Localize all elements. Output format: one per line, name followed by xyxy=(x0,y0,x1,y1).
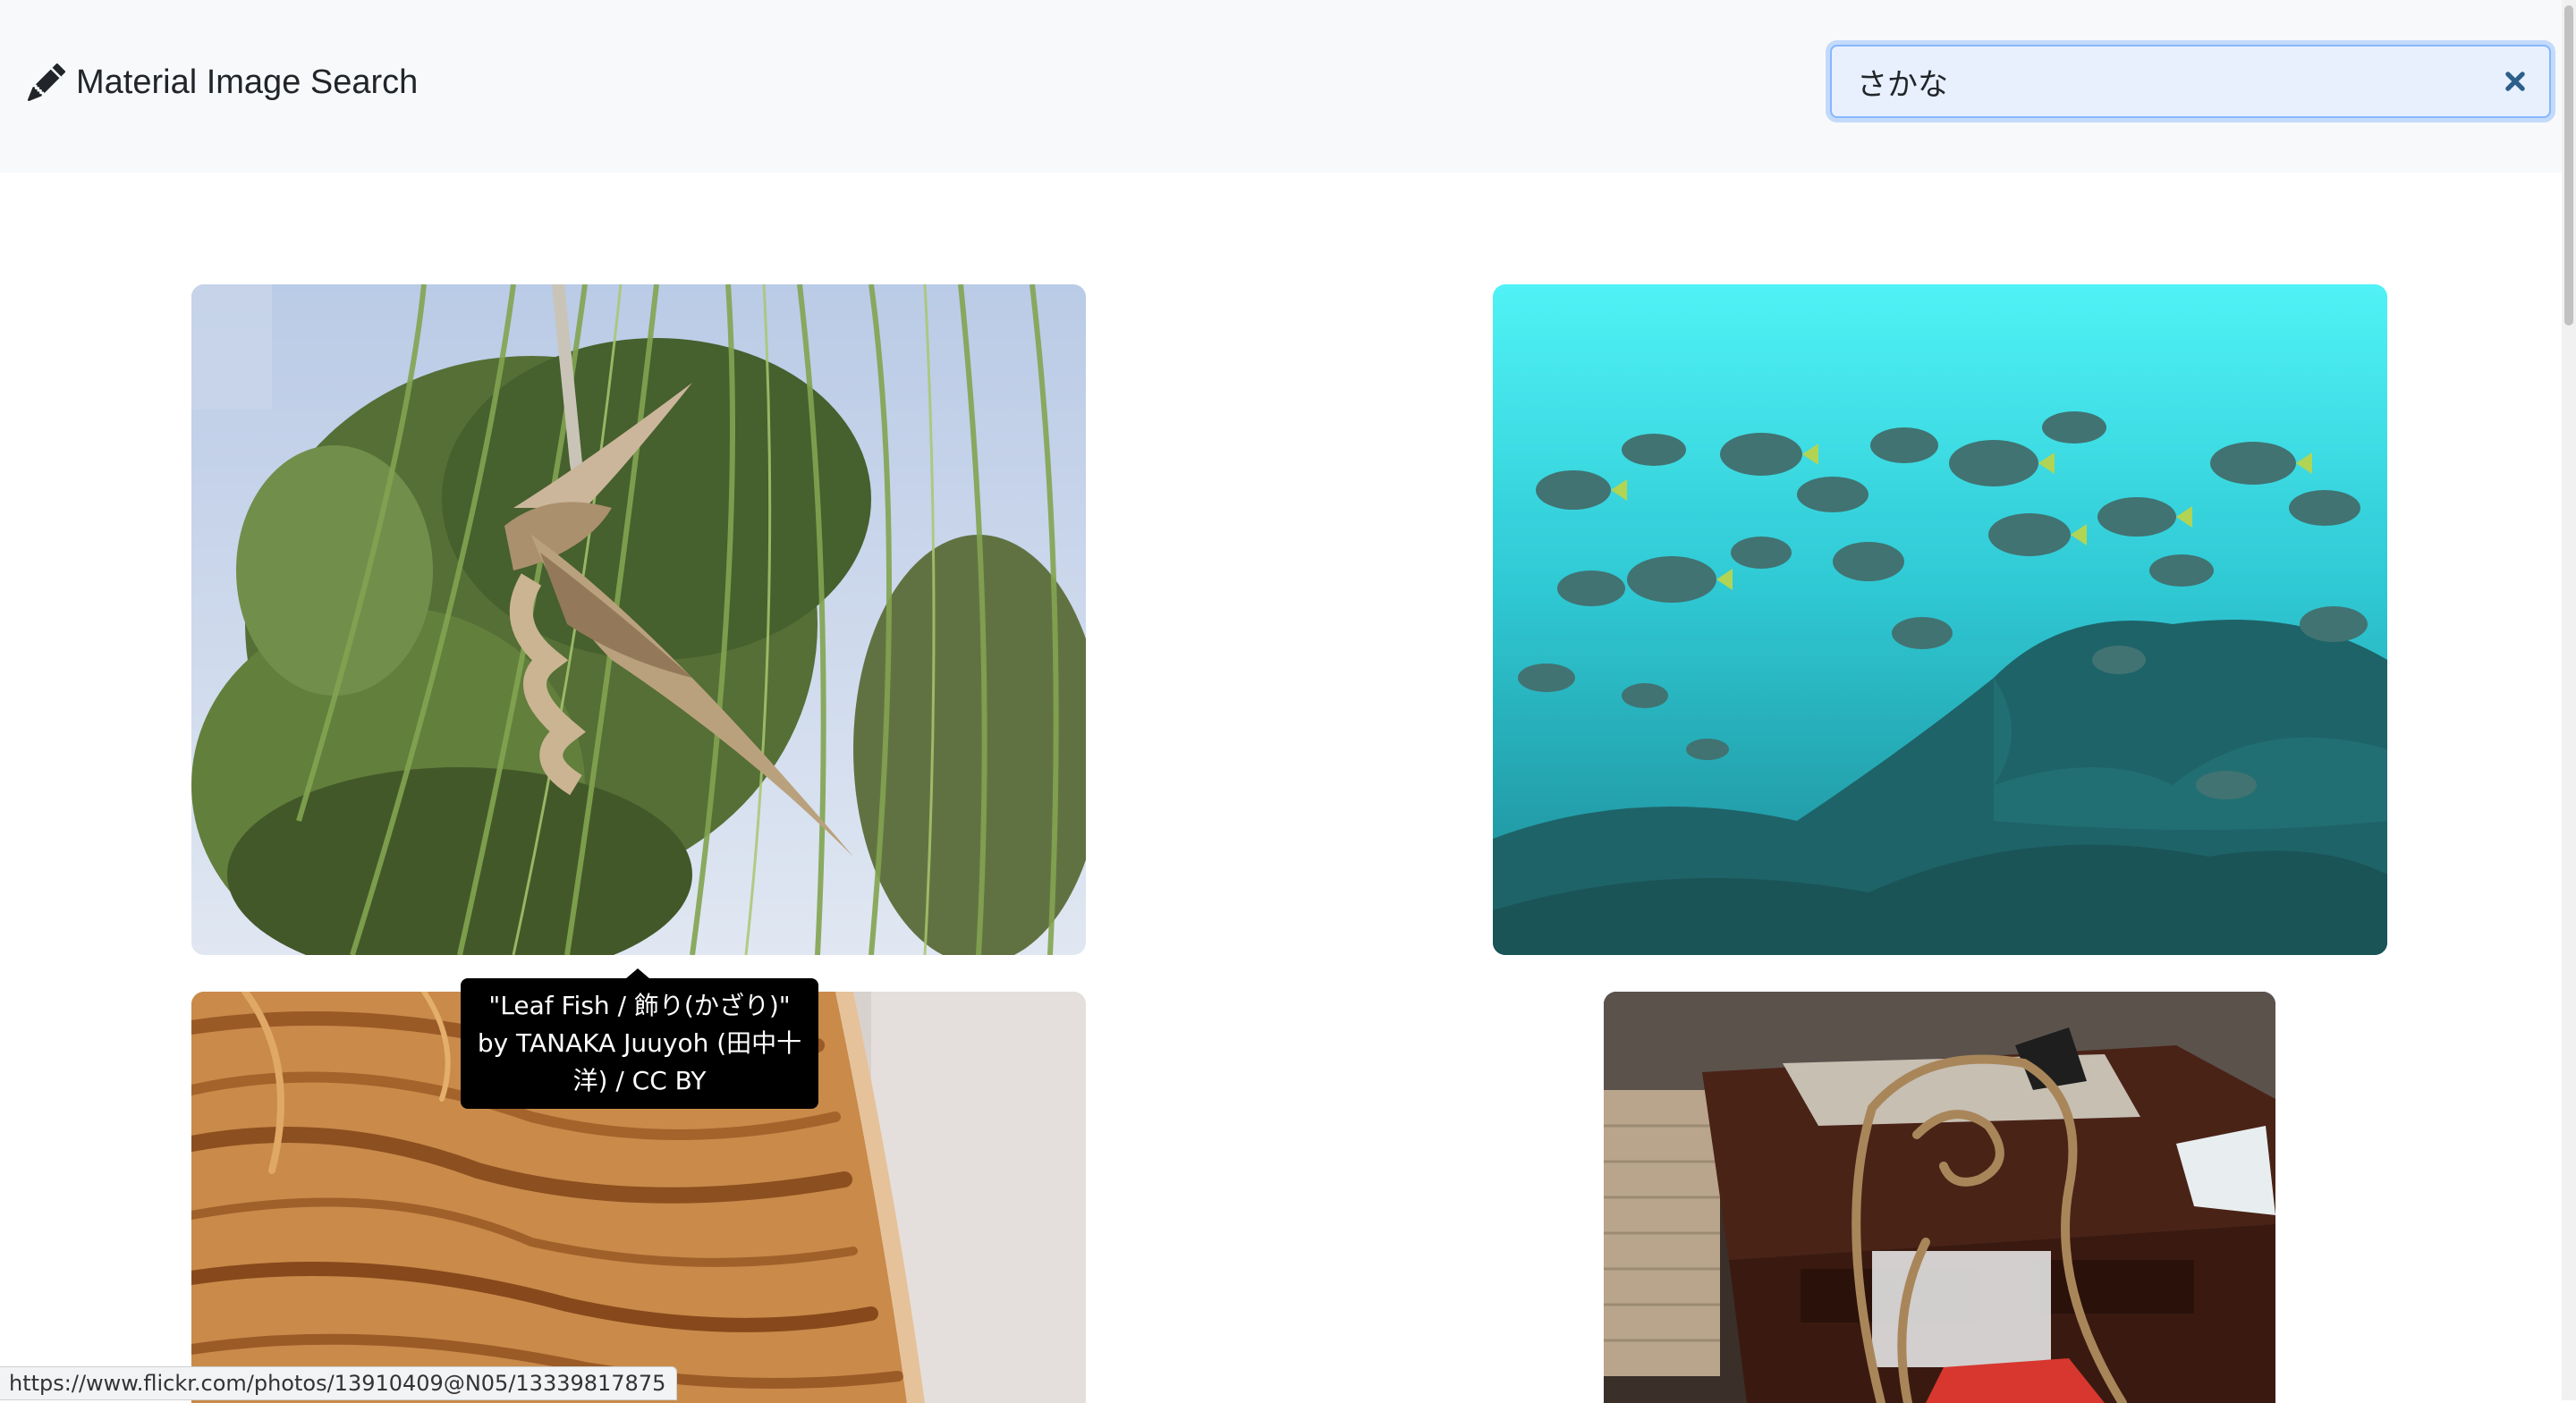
app-title: Material Image Search xyxy=(76,63,419,101)
brand-link[interactable]: Material Image Search xyxy=(28,59,418,106)
browser-status-url: https://www.flickr.com/photos/13910409@N… xyxy=(0,1366,678,1400)
result-image-leaf-fish[interactable] xyxy=(191,284,1086,955)
tooltip-text: "Leaf Fish / 飾り(かざり)" by TANAKA Juuyoh (… xyxy=(461,978,818,1109)
desk-chair-photo xyxy=(1604,992,2275,1403)
fish-school-photo xyxy=(1493,284,2387,955)
close-icon xyxy=(2505,72,2525,91)
navbar: Material Image Search xyxy=(0,0,2562,173)
pencil-icon xyxy=(28,63,65,101)
leaf-fish-photo xyxy=(191,284,1086,955)
scrollbar-thumb[interactable] xyxy=(2564,5,2573,325)
result-image-desk-chair[interactable] xyxy=(1604,992,2275,1403)
search-box xyxy=(1830,45,2551,118)
clear-search-button[interactable] xyxy=(2497,63,2533,99)
search-input[interactable] xyxy=(1832,46,2476,116)
result-image-fish-school[interactable] xyxy=(1493,284,2387,955)
